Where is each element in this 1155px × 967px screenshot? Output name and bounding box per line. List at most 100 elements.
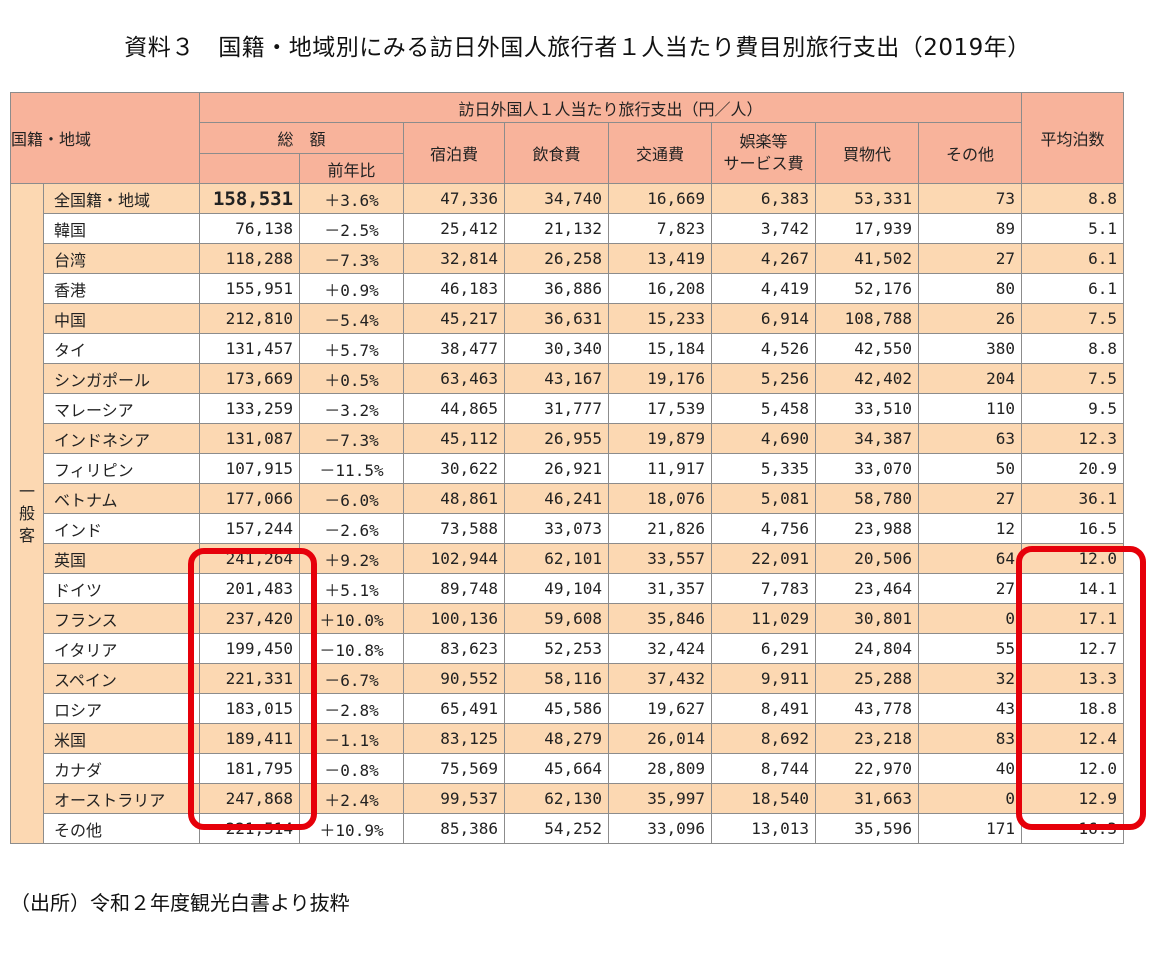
- header-entertainment: 娯楽等 サービス費: [711, 122, 817, 184]
- avg-nights-cell: 12.3: [1021, 423, 1125, 454]
- yoy-cell: ＋0.9%: [299, 273, 405, 304]
- entertainment-cell: 4,756: [711, 513, 817, 544]
- table-row: 中国 212,810 －5.4% 45,217 36,631 15,233 6,914 108…: [11, 303, 1125, 334]
- region-name: 香港: [42, 273, 201, 304]
- highlight-total-column: [188, 548, 317, 830]
- table-row: フランス 237,420 ＋10.0% 100,136 59,608 35,846 11,0…: [11, 603, 1125, 634]
- food-cell: 36,631: [504, 303, 610, 334]
- other-cell: 40: [918, 753, 1023, 784]
- food-cell: 26,258: [504, 243, 610, 274]
- other-cell: 89: [918, 213, 1023, 244]
- entertainment-cell: 3,742: [711, 213, 817, 244]
- transport-cell: 19,627: [608, 693, 713, 724]
- other-cell: 27: [918, 483, 1023, 514]
- other-cell: 26: [918, 303, 1023, 334]
- entertainment-cell: 4,419: [711, 273, 817, 304]
- other-cell: 110: [918, 393, 1023, 424]
- entertainment-cell: 8,491: [711, 693, 817, 724]
- yoy-cell: －2.5%: [299, 213, 405, 244]
- region-name: タイ: [42, 333, 201, 364]
- header-lodging: 宿泊費: [403, 122, 506, 184]
- total-cell: 107,915: [199, 453, 301, 484]
- avg-nights-cell: 7.5: [1021, 303, 1125, 334]
- transport-cell: 16,208: [608, 273, 713, 304]
- table-row: スペイン 221,331 －6.7% 90,552 58,116 37,432 9,911 2…: [11, 663, 1125, 694]
- other-cell: 380: [918, 333, 1023, 364]
- other-cell: 73: [918, 183, 1023, 214]
- lodging-cell: 46,183: [403, 273, 506, 304]
- food-cell: 45,586: [504, 693, 610, 724]
- region-name: フランス: [42, 603, 201, 634]
- shopping-cell: 20,506: [815, 543, 920, 574]
- entertainment-cell: 6,291: [711, 633, 817, 664]
- lodging-cell: 83,125: [403, 723, 506, 754]
- food-cell: 62,101: [504, 543, 610, 574]
- food-cell: 26,921: [504, 453, 610, 484]
- transport-cell: 15,184: [608, 333, 713, 364]
- entertainment-cell: 8,744: [711, 753, 817, 784]
- shopping-cell: 33,070: [815, 453, 920, 484]
- avg-nights-cell: 16.5: [1021, 513, 1125, 544]
- lodging-cell: 75,569: [403, 753, 506, 784]
- transport-cell: 7,823: [608, 213, 713, 244]
- transport-cell: 18,076: [608, 483, 713, 514]
- food-cell: 31,777: [504, 393, 610, 424]
- shopping-cell: 23,218: [815, 723, 920, 754]
- other-cell: 27: [918, 243, 1023, 274]
- avg-nights-cell: 5.1: [1021, 213, 1125, 244]
- lodging-cell: 32,814: [403, 243, 506, 274]
- food-cell: 59,608: [504, 603, 610, 634]
- shopping-cell: 25,288: [815, 663, 920, 694]
- entertainment-cell: 4,267: [711, 243, 817, 274]
- transport-cell: 37,432: [608, 663, 713, 694]
- lodging-cell: 85,386: [403, 813, 506, 844]
- yoy-cell: －5.4%: [299, 303, 405, 334]
- entertainment-cell: 11,029: [711, 603, 817, 634]
- avg-nights-cell: 20.9: [1021, 453, 1125, 484]
- header-spend-group: 訪日外国人１人当たり旅行支出（円／人）: [199, 92, 1023, 123]
- table-row: タイ 131,457 ＋5.7% 38,477 30,340 15,184 4,526 42,…: [11, 333, 1125, 364]
- lodging-cell: 100,136: [403, 603, 506, 634]
- other-cell: 55: [918, 633, 1023, 664]
- table-row: ロシア 183,015 －2.8% 65,491 45,586 19,627 8,491 43…: [11, 693, 1125, 724]
- table-row: 一般客 全国籍・地域 158,531 ＋3.6% 47,336 34,740 16,669 6…: [10, 183, 1125, 844]
- food-cell: 30,340: [504, 333, 610, 364]
- header-yoy: 前年比: [299, 153, 405, 184]
- entertainment-cell: 5,335: [711, 453, 817, 484]
- transport-cell: 21,826: [608, 513, 713, 544]
- group-label: 一般客: [10, 183, 44, 844]
- entertainment-cell: 4,526: [711, 333, 817, 364]
- shopping-cell: 41,502: [815, 243, 920, 274]
- table-row: フィリピン 107,915 －11.5% 30,622 26,921 11,917 5,33…: [11, 453, 1125, 484]
- other-cell: 27: [918, 573, 1023, 604]
- region-name: ドイツ: [42, 573, 201, 604]
- table-row: インド 157,244 －2.6% 73,588 33,073 21,826 4,756 23…: [11, 513, 1125, 544]
- lodging-cell: 102,944: [403, 543, 506, 574]
- region-name: 韓国: [42, 213, 201, 244]
- header-food: 飲食費: [504, 122, 610, 184]
- header-transport: 交通費: [608, 122, 713, 184]
- lodging-cell: 45,217: [403, 303, 506, 334]
- entertainment-cell: 18,540: [711, 783, 817, 814]
- spending-table: 国籍・地域 訪日外国人１人当たり旅行支出（円／人） 平均泊数 総 額 宿泊費 飲…: [9, 92, 1125, 844]
- lodging-cell: 99,537: [403, 783, 506, 814]
- table-row: マレーシア 133,259 －3.2% 44,865 31,777 17,539 5,458…: [11, 393, 1125, 424]
- transport-cell: 33,096: [608, 813, 713, 844]
- region-name: カナダ: [42, 753, 201, 784]
- total-cell: 76,138: [199, 213, 301, 244]
- total-cell: 157,244: [199, 513, 301, 544]
- entertainment-cell: 6,914: [711, 303, 817, 334]
- lodging-cell: 44,865: [403, 393, 506, 424]
- yoy-cell: －3.2%: [299, 393, 405, 424]
- transport-cell: 19,176: [608, 363, 713, 394]
- table-row: ドイツ 201,483 ＋5.1% 89,748 49,104 31,357 7,783 23…: [11, 573, 1125, 604]
- yoy-cell: －11.5%: [299, 453, 405, 484]
- shopping-cell: 108,788: [815, 303, 920, 334]
- other-cell: 50: [918, 453, 1023, 484]
- transport-cell: 16,669: [608, 183, 713, 214]
- shopping-cell: 52,176: [815, 273, 920, 304]
- table-row: カナダ 181,795 －0.8% 75,569 45,664 28,809 8,744 22…: [11, 753, 1125, 784]
- transport-cell: 35,846: [608, 603, 713, 634]
- food-cell: 54,252: [504, 813, 610, 844]
- shopping-cell: 34,387: [815, 423, 920, 454]
